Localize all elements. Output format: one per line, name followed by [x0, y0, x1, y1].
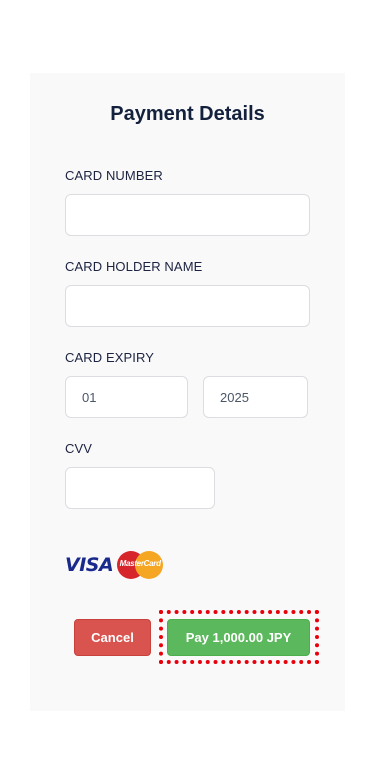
card-number-label: CARD NUMBER [65, 168, 163, 183]
visa-logo: VISA [65, 554, 114, 576]
card-holder-label: CARD HOLDER NAME [65, 259, 203, 274]
mastercard-logo: MasterCard [117, 551, 164, 579]
expiry-year-select[interactable]: 2025 [203, 376, 308, 418]
card-number-input[interactable] [65, 194, 310, 236]
cancel-button[interactable]: Cancel [74, 619, 151, 656]
cvv-input[interactable] [65, 467, 215, 509]
expiry-month-select[interactable]: 01 [65, 376, 188, 418]
cvv-label: CVV [65, 441, 93, 456]
card-logos: VISA MasterCard [65, 551, 164, 579]
payment-card: Payment Details CARD NUMBER CARD HOLDER … [30, 73, 345, 711]
pay-button[interactable]: Pay 1,000.00 JPY [167, 619, 310, 656]
card-expiry-label: CARD EXPIRY [65, 350, 154, 365]
card-holder-input[interactable] [65, 285, 310, 327]
page-title: Payment Details [110, 103, 265, 125]
